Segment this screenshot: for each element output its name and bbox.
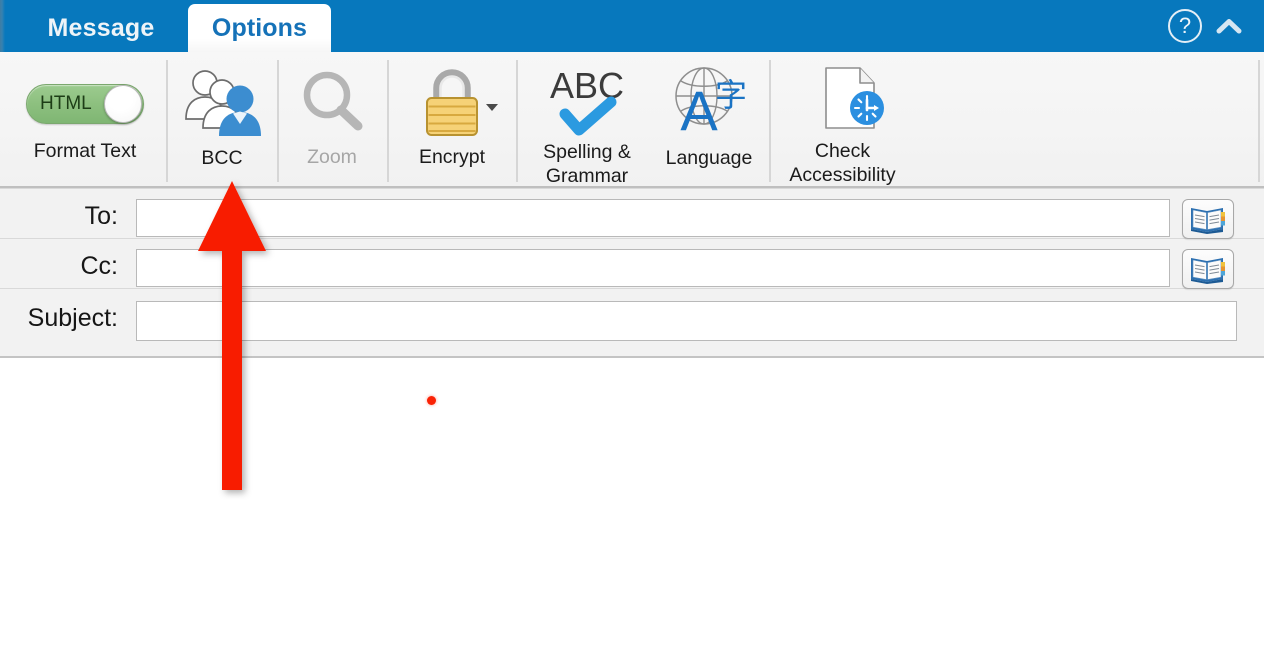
ribbon-label-check-accessibility-line2: Accessibility (753, 163, 933, 187)
field-rule-top (0, 188, 1264, 189)
cc-address-book-button[interactable] (1182, 249, 1234, 289)
ribbon-separator-6 (1258, 60, 1260, 182)
address-book-icon (1189, 254, 1227, 284)
ribbon-separator-3 (387, 60, 389, 182)
ribbon-label-encrypt: Encrypt (419, 145, 485, 169)
html-toggle-label: HTML (40, 93, 92, 115)
ribbon-item-language[interactable]: A 字 Language (651, 52, 767, 198)
cc-input[interactable] (136, 249, 1170, 287)
label-to: To: (0, 202, 118, 231)
padlock-icon (414, 64, 490, 138)
ribbon-label-language: Language (666, 146, 753, 170)
compose-header: To: C (0, 188, 1264, 358)
field-rule-to (0, 238, 1264, 239)
ribbon-label-format-text: Format Text (34, 139, 137, 163)
magnifier-icon (296, 68, 368, 136)
html-toggle-switch[interactable]: HTML (26, 84, 144, 124)
tab-message[interactable]: Message (14, 4, 188, 52)
address-book-icon (1189, 204, 1227, 234)
ribbon-item-check-accessibility[interactable]: Check Accessibility (775, 52, 925, 198)
tab-options-label: Options (212, 14, 307, 43)
label-subject: Subject: (0, 304, 118, 333)
ribbon-label-spelling-grammar-line2: Grammar (522, 164, 652, 188)
ribbon-separator-2 (277, 60, 279, 182)
ribbon-separator-1 (166, 60, 168, 182)
ribbon-label-bcc: BCC (201, 146, 242, 170)
html-toggle-knob[interactable] (104, 85, 142, 123)
ribbon-label-check-accessibility-line1: Check (753, 139, 933, 163)
help-glyph: ? (1179, 13, 1191, 39)
document-accessibility-icon (812, 64, 888, 134)
ribbon-label-zoom: Zoom (307, 145, 357, 169)
label-cc: Cc: (0, 252, 118, 281)
message-body[interactable] (0, 360, 1264, 668)
ribbon-tab-bar: Message Options ? (0, 0, 1264, 52)
cursor-marker (427, 396, 436, 405)
ribbon-item-bcc[interactable]: BCC (172, 52, 272, 201)
tab-options[interactable]: Options (188, 4, 331, 52)
chevron-up-icon[interactable] (1212, 12, 1246, 40)
ribbon-separator-4 (516, 60, 518, 182)
svg-text:A: A (680, 79, 718, 140)
people-group-icon (183, 67, 261, 137)
ribbon-label-spelling-grammar-line1: Spelling & (522, 140, 652, 164)
svg-text:字: 字 (715, 76, 747, 114)
ribbon-item-encrypt[interactable]: Encrypt (393, 52, 511, 198)
globe-translate-icon: A 字 (667, 64, 751, 140)
tab-message-label: Message (47, 14, 154, 43)
abc-checkmark-icon: ABC (537, 62, 637, 138)
to-input[interactable] (136, 199, 1170, 237)
ribbon-toolbar: HTML Format Text (0, 52, 1264, 188)
ribbon-item-spelling-grammar[interactable]: ABC Spelling & Grammar (522, 52, 652, 196)
ribbon-item-zoom[interactable]: Zoom (283, 52, 381, 202)
window-left-edge (0, 0, 5, 52)
field-rule-cc (0, 288, 1264, 289)
subject-input[interactable] (136, 301, 1237, 341)
to-address-book-button[interactable] (1182, 199, 1234, 239)
caret-down-icon[interactable] (486, 104, 498, 111)
help-question-circle-icon[interactable]: ? (1168, 9, 1202, 43)
compose-window: Message Options ? HTML (0, 0, 1264, 668)
